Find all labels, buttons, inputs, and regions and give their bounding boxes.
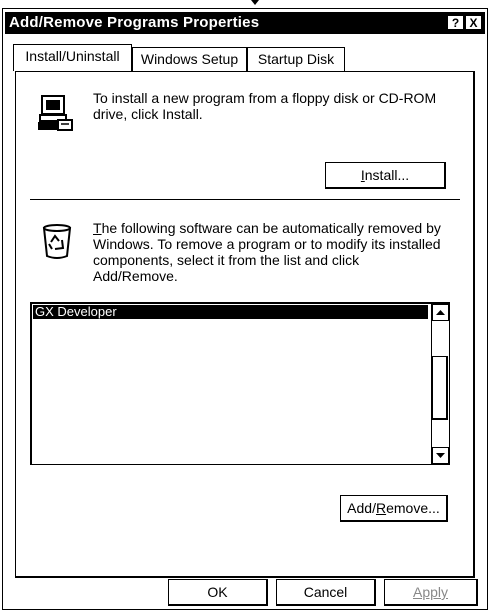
title-bar[interactable]: Add/Remove Programs Properties ? X: [5, 12, 485, 34]
dialog-window: Add/Remove Programs Properties ? X Insta…: [2, 8, 488, 610]
tab-label: Windows Setup: [140, 51, 239, 67]
tab-label: Startup Disk: [257, 51, 335, 67]
tab-install-uninstall[interactable]: Install/Uninstall: [13, 44, 132, 71]
install-instructions-line2: drive, click Install.: [93, 106, 203, 122]
recycle-bin-icon: [42, 224, 72, 259]
scroll-up-button[interactable]: [432, 304, 449, 321]
install-button[interactable]: Install...: [325, 162, 446, 189]
window-title: Add/Remove Programs Properties: [9, 14, 260, 31]
uninstall-instructions-line4: Add/Remove.: [93, 268, 178, 284]
section-separator: [30, 199, 460, 200]
add-remove-label-rest: emove...: [386, 500, 440, 516]
tab-label: Install/Uninstall: [25, 48, 120, 64]
cancel-button[interactable]: Cancel: [276, 579, 376, 606]
uninstall-instructions-line3: components, select it from the list and …: [93, 252, 360, 268]
top-notch: [251, 0, 259, 5]
add-remove-label-pre: Add/: [347, 500, 376, 516]
ok-button[interactable]: OK: [168, 579, 268, 606]
up-arrow-icon: [436, 310, 445, 315]
uninstall-line1-rest: he following software can be automatical…: [101, 220, 441, 236]
scroll-thumb[interactable]: [432, 356, 448, 420]
apply-button[interactable]: Apply: [384, 579, 478, 606]
programs-list[interactable]: GX Developer: [30, 302, 450, 465]
scroll-down-button[interactable]: [432, 447, 449, 464]
tab-startup-disk[interactable]: Startup Disk: [247, 47, 345, 71]
help-button[interactable]: ?: [447, 15, 464, 30]
uninstall-mnemonic: T: [93, 220, 102, 236]
down-arrow-icon: [436, 453, 445, 458]
add-remove-button[interactable]: Add/Remove...: [340, 495, 448, 522]
close-button[interactable]: X: [465, 15, 482, 30]
uninstall-instructions-line2: Windows. To remove a program or to modif…: [93, 236, 441, 252]
apply-label: Apply: [412, 584, 449, 600]
tab-panel: To install a new program from a floppy d…: [15, 71, 475, 578]
uninstall-instructions-line1: The following software can be automatica…: [93, 220, 441, 236]
install-instructions-line1: To install a new program from a floppy d…: [93, 90, 437, 106]
vertical-scrollbar[interactable]: [431, 304, 449, 464]
computer-install-icon: [38, 95, 73, 131]
tab-windows-setup[interactable]: Windows Setup: [132, 47, 247, 71]
install-label: nstall...: [364, 167, 410, 183]
add-remove-mnemonic: R: [375, 500, 387, 516]
list-item-gx-developer[interactable]: GX Developer: [33, 305, 428, 319]
